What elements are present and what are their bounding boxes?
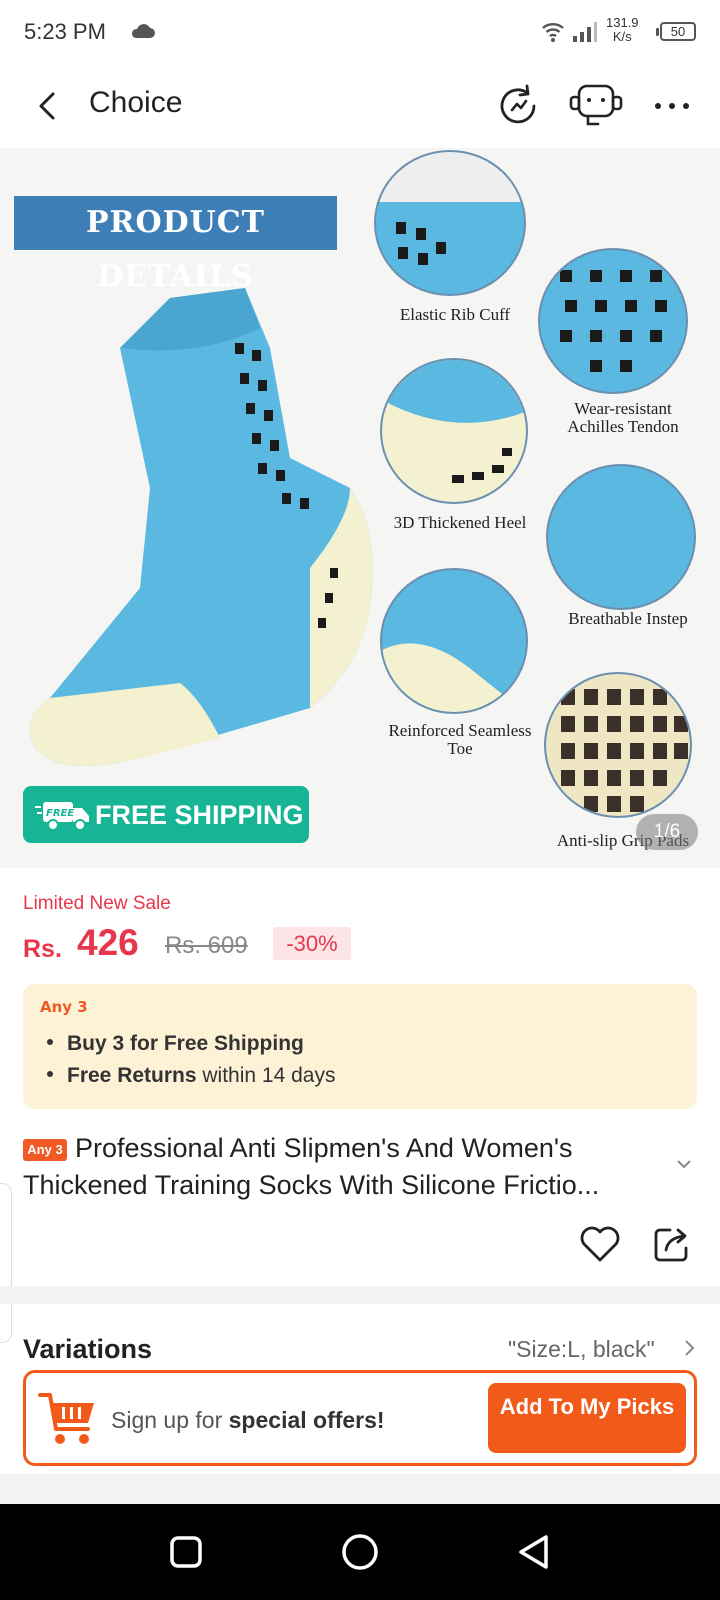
free-badge-text: FREE — [46, 808, 74, 819]
back-icon[interactable] — [28, 86, 68, 126]
cart-icon — [38, 1393, 94, 1444]
promo-badge: Any 3 — [40, 998, 88, 1016]
system-nav-bar — [0, 1504, 720, 1600]
home-icon[interactable] — [340, 1532, 380, 1572]
product-title-text: Professional Anti Slipmen's And Women's … — [23, 1133, 600, 1200]
product-any3-badge: Any 3 — [23, 1139, 67, 1161]
promo-line-returns: Free Returns within 14 days — [43, 1064, 335, 1088]
side-drawer-handle[interactable] — [0, 1183, 12, 1343]
feature-image-heel — [380, 358, 528, 504]
feature-label-cuff: Elastic Rib Cuff — [399, 305, 511, 324]
heart-icon[interactable] — [578, 1222, 622, 1266]
support-robot-icon[interactable] — [568, 82, 624, 130]
promo-line-shipping-text: Buy 3 for Free Shipping — [67, 1032, 304, 1055]
share-icon[interactable] — [650, 1222, 694, 1266]
feature-image-toe — [380, 568, 528, 714]
feature-image-grip — [544, 672, 692, 818]
signal-icon — [573, 22, 597, 42]
truck-icon: FREE — [35, 802, 89, 831]
free-shipping-badge: FREE FREE SHIPPING — [23, 786, 309, 843]
promo-returns-rest: within 14 days — [196, 1064, 336, 1087]
promo-line-shipping: Buy 3 for Free Shipping — [43, 1032, 304, 1056]
feature-label-achilles: Wear-resistant Achilles Tendon — [567, 399, 679, 436]
network-speed-value: 131.9 — [606, 15, 639, 30]
recents-icon[interactable] — [166, 1532, 206, 1572]
promo-box[interactable]: Any 3 Buy 3 for Free Shipping Free Retur… — [23, 984, 697, 1109]
feature-label-heel: 3D Thickened Heel — [393, 513, 527, 532]
back-nav-icon[interactable] — [514, 1532, 554, 1572]
signup-text: Sign up for special offers! — [111, 1407, 385, 1434]
feature-image-achilles — [538, 248, 688, 394]
wifi-icon — [542, 23, 564, 42]
network-speed: 131.9 K/s — [606, 16, 639, 44]
section-divider — [0, 1286, 720, 1304]
price-currency: Rs. — [23, 935, 62, 963]
product-details-banner: PRODUCT DETAILS — [14, 196, 337, 294]
app-header: Choice — [0, 64, 720, 148]
chevron-down-icon[interactable] — [676, 1158, 692, 1170]
status-time: 5:23 PM — [24, 19, 106, 44]
feature-image-cuff — [374, 150, 526, 296]
sock-illustration — [30, 288, 373, 766]
price-original: Rs. 609 — [165, 932, 248, 959]
page-title: Choice — [89, 86, 183, 119]
signup-offer-banner: Sign up for special offers! Add To My Pi… — [23, 1370, 697, 1466]
product-title: Professional Anti Slipmen's And Women's … — [23, 1130, 673, 1204]
variations-value[interactable]: "Size:L, black" — [508, 1336, 655, 1363]
battery-icon: 50 — [656, 22, 696, 41]
refresh-icon[interactable] — [494, 82, 542, 130]
signup-text-bold: special offers! — [228, 1407, 385, 1433]
discount-badge: -30% — [273, 927, 351, 960]
price-current: 426 — [77, 922, 139, 963]
feature-image-instep — [546, 464, 696, 610]
free-shipping-text: FREE SHIPPING — [95, 800, 304, 830]
chevron-right-icon[interactable] — [683, 1339, 695, 1357]
feature-label-toe: Reinforced Seamless Toe — [388, 721, 532, 758]
variations-title: Variations — [23, 1334, 153, 1364]
sale-label: Limited New Sale — [23, 893, 171, 914]
bottom-gap — [0, 1474, 720, 1504]
image-page-indicator: 1/6 — [636, 814, 698, 850]
cloud-icon — [131, 24, 155, 38]
signup-text-prefix: Sign up for — [111, 1407, 229, 1433]
promo-returns-bold: Free Returns — [67, 1064, 197, 1087]
status-bar: 5:23 PM 131.9 K/s 50 — [0, 0, 720, 64]
feature-label-instep: Breathable Instep — [568, 609, 688, 628]
product-image-carousel[interactable]: PRODUCT DETAILS Elastic Rib Cuff Wear-re… — [0, 148, 720, 868]
network-speed-unit: K/s — [612, 29, 632, 44]
more-icon[interactable] — [648, 82, 696, 130]
add-to-my-picks-button[interactable]: Add To My Picks — [488, 1383, 686, 1453]
